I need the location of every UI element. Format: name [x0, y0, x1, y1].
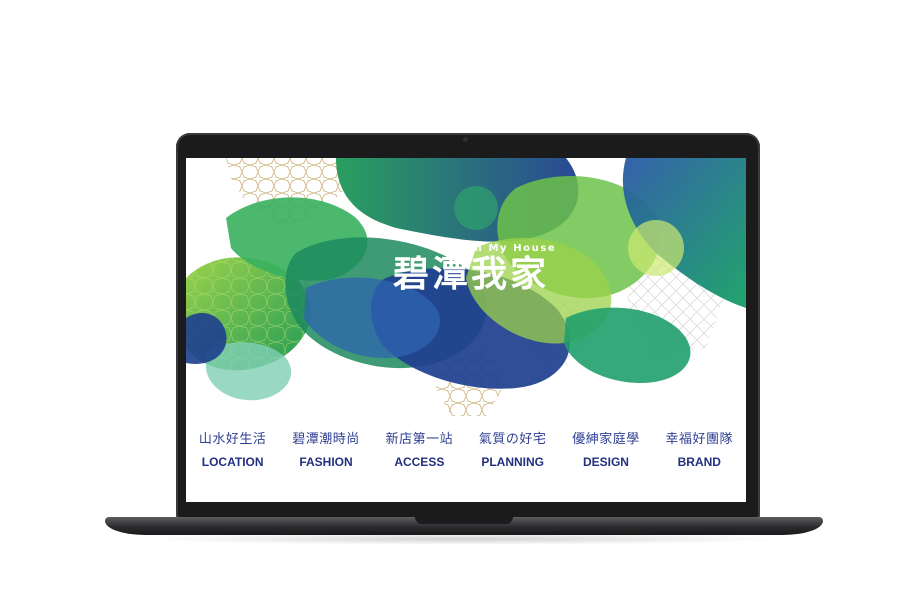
camera-icon [463, 137, 468, 142]
nav-item-design[interactable]: 優紳家庭學 DESIGN [559, 428, 652, 478]
nav-item-zh-label: 山水好生活 [198, 432, 267, 447]
site-title: 碧潭我家 [392, 253, 549, 295]
nav-item-location[interactable]: 山水好生活 LOCATION [186, 428, 279, 478]
hero-banner: Bitan My House 碧潭我家 [186, 158, 746, 418]
nav-item-en-label: BRAND [677, 455, 721, 469]
nav-item-en-label: LOCATION [201, 455, 264, 469]
nav-item-brand[interactable]: 幸福好團隊 BRAND [653, 428, 746, 478]
laptop-hinge-notch [415, 517, 513, 524]
nav-item-fashion[interactable]: 碧潭潮時尚 FASHION [279, 428, 372, 478]
main-nav: 山水好生活 LOCATION 碧潭潮時尚 FASHION 新店第一站 ACCES… [186, 428, 746, 478]
title-block: Bitan My House 碧潭我家 [376, 243, 566, 294]
laptop-shadow [140, 533, 790, 545]
nav-item-en-label: PLANNING [481, 455, 544, 469]
nav-item-en-label: FASHION [299, 455, 353, 469]
nav-item-zh-label: 優紳家庭學 [572, 432, 640, 447]
laptop-screen: Bitan My House 碧潭我家 山水好生活 LOCATION 碧潭潮時尚… [186, 158, 746, 502]
nav-item-en-label: DESIGN [582, 455, 629, 469]
nav-item-access[interactable]: 新店第一站 ACCESS [373, 428, 466, 478]
laptop-lid: Bitan My House 碧潭我家 山水好生活 LOCATION 碧潭潮時尚… [176, 133, 760, 519]
nav-item-zh-label: 氣質の好宅 [478, 432, 547, 447]
nav-item-zh-label: 幸福好團隊 [665, 432, 734, 447]
nav-item-zh-label: 碧潭潮時尚 [292, 432, 360, 447]
nav-item-planning[interactable]: 氣質の好宅 PLANNING [466, 428, 559, 478]
nav-item-zh-label: 新店第一站 [385, 432, 454, 447]
nav-item-en-label: ACCESS [394, 455, 445, 469]
